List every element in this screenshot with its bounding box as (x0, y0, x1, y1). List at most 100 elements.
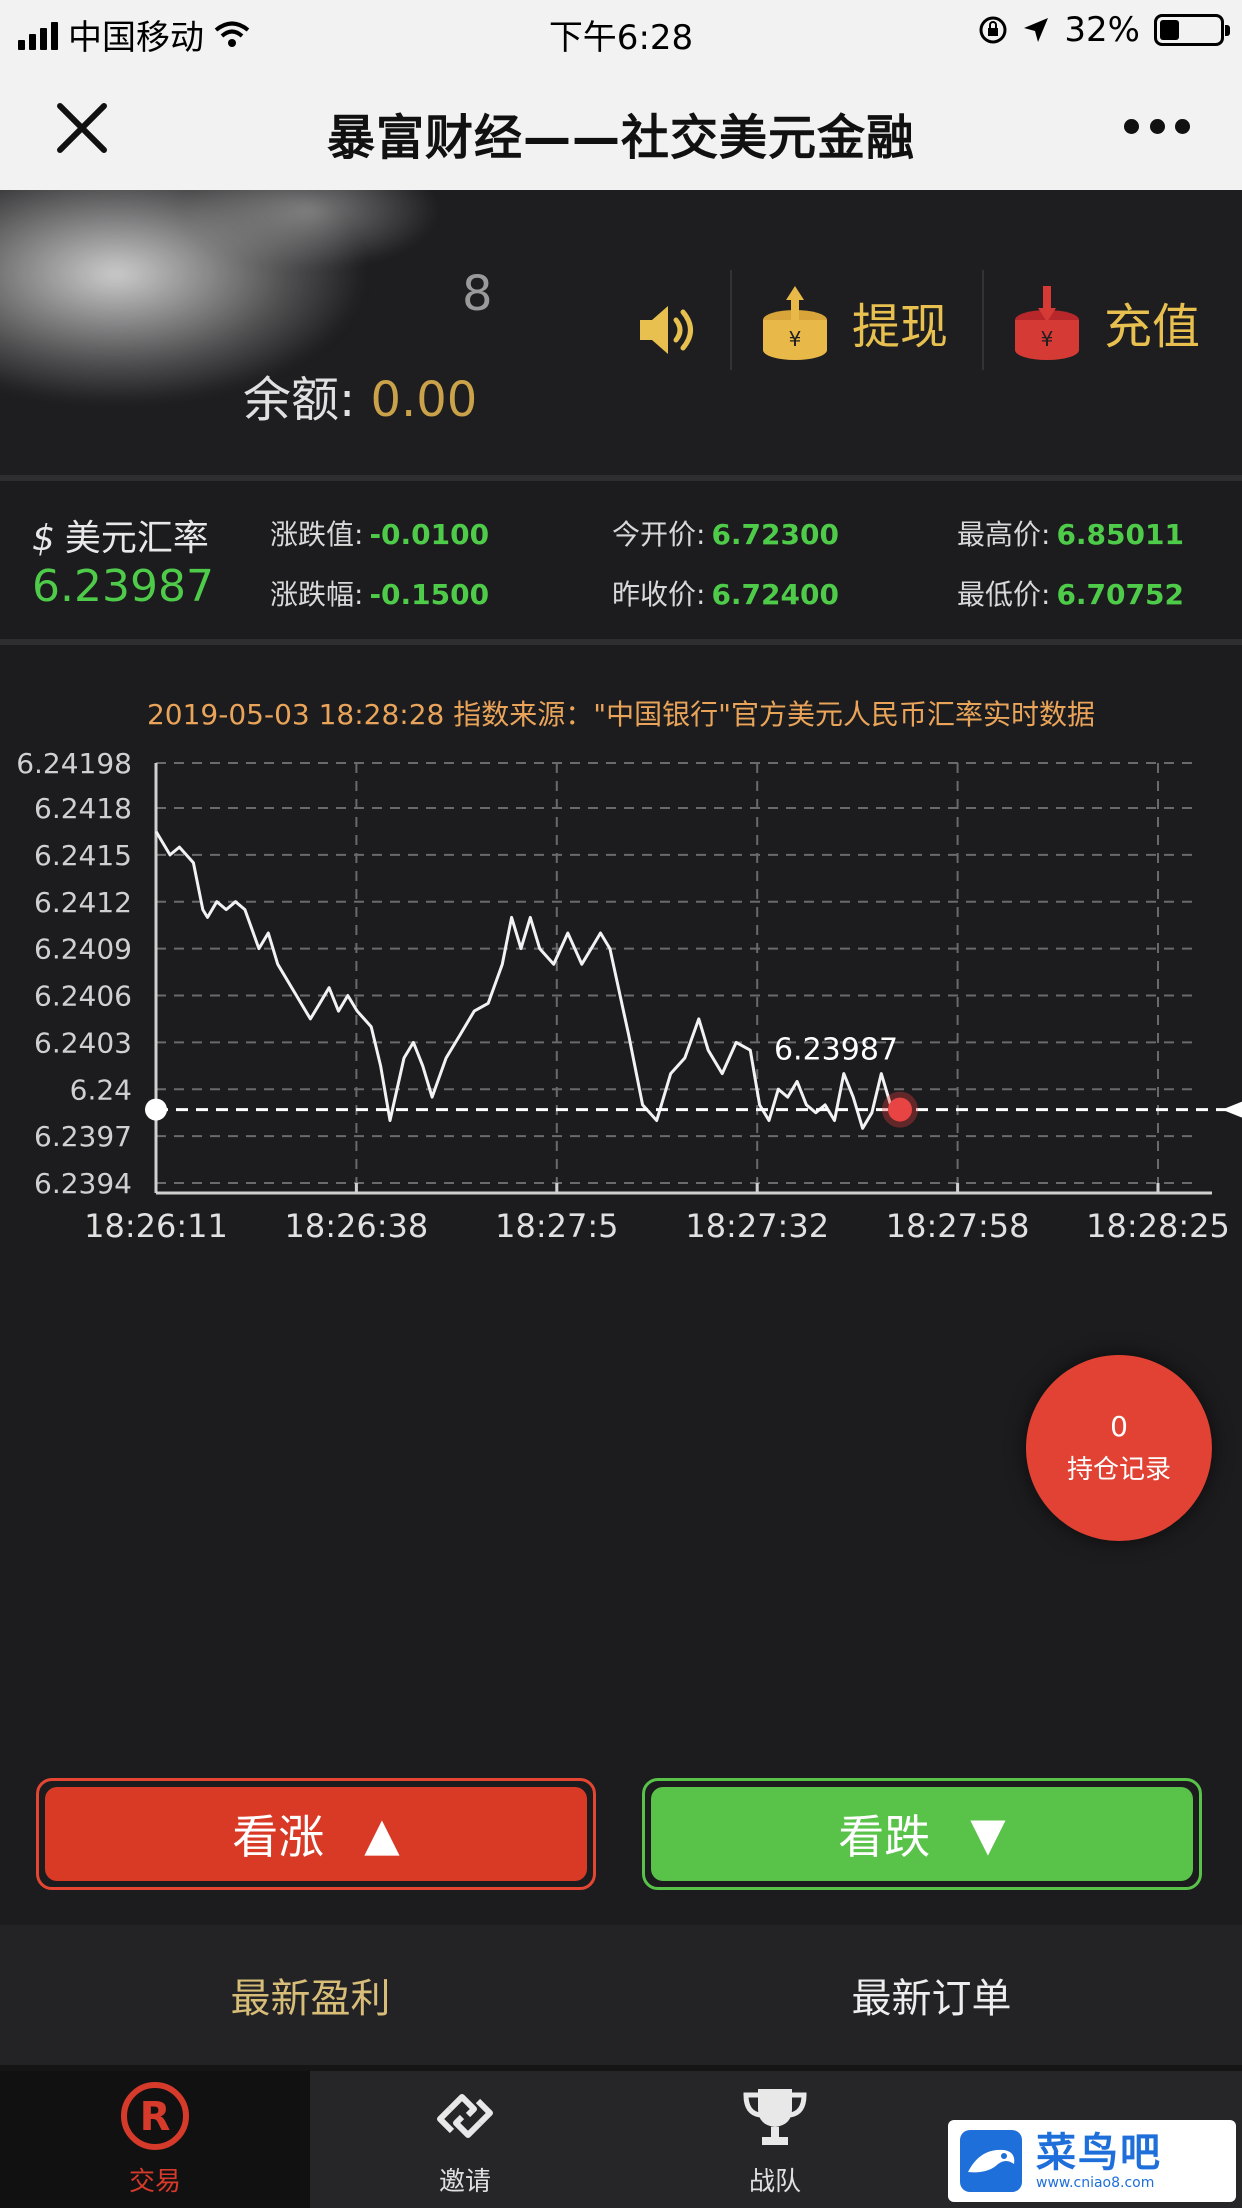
buy-down-inner: 看跌 ▼ (651, 1787, 1193, 1881)
open-label: 今开价: (612, 518, 706, 551)
battery-percent: 32% (1064, 10, 1140, 50)
ink-background-accent (180, 190, 440, 270)
trophy-icon (743, 2089, 807, 2145)
down-arrow-icon: ▼ (970, 1807, 1006, 1861)
watermark-url: www.cniao8.com (1036, 2175, 1155, 2191)
price-line (154, 830, 901, 1130)
account-id: 8 (462, 266, 493, 322)
y-tick-label: 6.2397 (34, 1120, 132, 1153)
nav-bar: 暴富财经——社交美元金融 (0, 62, 1242, 190)
start-point (145, 1098, 167, 1121)
y-tick-label: 6.2415 (34, 839, 132, 872)
withdraw-label: 提现 (852, 299, 949, 355)
buy-up-label: 看涨 (232, 1810, 325, 1864)
low-label: 最低价: (957, 578, 1051, 611)
nav-item-trade[interactable]: R 交易 (0, 2071, 310, 2208)
rotation-lock-icon (979, 16, 1007, 44)
buy-down-label: 看跌 (838, 1810, 931, 1864)
watermark-brand: 菜鸟吧 (1036, 2129, 1162, 2176)
prev-close-number: 6.72400 (711, 578, 839, 611)
y-tick-label: 6.2409 (34, 933, 132, 966)
deposit-button[interactable]: ¥ 充值 (1012, 282, 1200, 362)
svg-text:¥: ¥ (789, 327, 802, 351)
change-label: 涨跌值: (270, 518, 364, 551)
price-chart: 2019-05-03 18:28:28 指数来源："中国银行"官方美元人民币汇率… (0, 645, 1242, 1760)
deposit-label: 充值 (1104, 299, 1201, 355)
status-right: 32% (978, 10, 1230, 50)
high-label: 最高价: (957, 518, 1051, 551)
x-tick-label: 18:27:58 (886, 1207, 1030, 1245)
balance-value: 0.00 (370, 372, 478, 428)
prev-close-label: 昨收价: (612, 578, 706, 611)
position-label: 持仓记录 (1066, 1455, 1171, 1485)
currency-symbol: $ (32, 518, 55, 559)
x-tick-label: 18:28:25 (1086, 1207, 1230, 1245)
nav-item-team[interactable]: 战队 (620, 2071, 930, 2208)
buy-down-button[interactable]: 看跌 ▼ (642, 1778, 1202, 1890)
nav-label: 战队 (748, 2167, 801, 2197)
tab-latest-orders[interactable]: 最新订单 (621, 1925, 1242, 2065)
up-arrow-icon: ▲ (364, 1807, 400, 1861)
bird-logo-icon (960, 2130, 1022, 2192)
header-divider (730, 270, 732, 370)
y-tick-label: 6.24198 (16, 747, 132, 780)
nav-label: 交易 (128, 2167, 181, 2197)
low-price: 最低价: 6.70752 (957, 573, 1184, 613)
current-point (888, 1097, 912, 1122)
x-tick-label: 18:27:5 (495, 1207, 618, 1245)
nav-label: 邀请 (438, 2167, 491, 2197)
balance-label: 余额: (243, 372, 356, 428)
open-number: 6.72300 (711, 518, 839, 551)
registered-icon: R (121, 2082, 189, 2150)
open-price: 今开价: 6.72300 (612, 513, 839, 553)
change-number: -0.0100 (369, 518, 490, 551)
change-pct-number: -0.1500 (369, 578, 490, 611)
balance: 余额: 0.00 (243, 360, 477, 430)
tab-latest-profit[interactable]: 最新盈利 (0, 1925, 621, 2065)
watermark: 菜鸟吧 www.cniao8.com (948, 2120, 1236, 2202)
rate-title: 美元汇率 (64, 518, 209, 559)
position-count: 0 (1110, 1410, 1128, 1443)
buy-up-inner: 看涨 ▲ (45, 1787, 587, 1881)
watermark-text: 菜鸟吧 www.cniao8.com (1036, 2129, 1162, 2192)
withdraw-icon: ¥ (763, 286, 827, 360)
high-price: 最高价: 6.85011 (957, 513, 1184, 553)
y-tick-label: 6.24 (70, 1073, 132, 1106)
current-rate: 6.23987 (32, 561, 214, 612)
rate-name: $ 美元汇率 (32, 509, 209, 561)
y-tick-label: 6.2403 (34, 1026, 132, 1059)
current-price-label: 6.23987 (774, 1033, 898, 1068)
header-divider (982, 270, 984, 370)
change-value: 涨跌值: -0.0100 (270, 513, 489, 553)
y-tick-label: 6.2394 (34, 1167, 132, 1200)
battery-fill (1160, 20, 1179, 40)
status-bar: 中国移动 下午6:28 32% (0, 0, 1242, 62)
rate-panel: $ 美元汇率 6.23987 涨跌值: -0.0100 涨跌幅: -0.1500 今开… (0, 481, 1242, 639)
y-tick-label: 6.2418 (34, 792, 132, 825)
x-tick-label: 18:26:11 (84, 1207, 228, 1245)
svg-text:R: R (140, 2094, 171, 2140)
change-pct-label: 涨跌幅: (270, 578, 364, 611)
nav-item-invite[interactable]: 邀请 (310, 2071, 620, 2208)
speaker-icon[interactable] (636, 300, 700, 360)
price-pointer-icon (1222, 1101, 1242, 1118)
high-number: 6.85011 (1056, 518, 1184, 551)
deposit-icon: ¥ (1015, 286, 1079, 360)
x-tick-label: 18:26:38 (285, 1207, 429, 1245)
y-tick-label: 6.2406 (34, 980, 132, 1013)
link-icon (437, 2094, 493, 2138)
low-number: 6.70752 (1056, 578, 1184, 611)
more-icon[interactable] (1124, 114, 1190, 138)
feed-tabs: 最新盈利 最新订单 (0, 1925, 1242, 2065)
prev-close-price: 昨收价: 6.72400 (612, 573, 839, 613)
buy-up-button[interactable]: 看涨 ▲ (36, 1778, 596, 1890)
position-record-button[interactable]: 0 持仓记录 (1026, 1355, 1212, 1541)
change-percent: 涨跌幅: -0.1500 (270, 573, 489, 613)
account-header: 8 余额: 0.00 ¥ 提现 ¥ 充值 (0, 190, 1242, 475)
y-tick-label: 6.2412 (34, 886, 132, 919)
svg-text:¥: ¥ (1041, 327, 1054, 351)
withdraw-button[interactable]: ¥ 提现 (760, 282, 948, 362)
x-tick-label: 18:27:32 (685, 1207, 829, 1245)
location-icon (1024, 18, 1049, 42)
battery-icon (1154, 14, 1230, 46)
